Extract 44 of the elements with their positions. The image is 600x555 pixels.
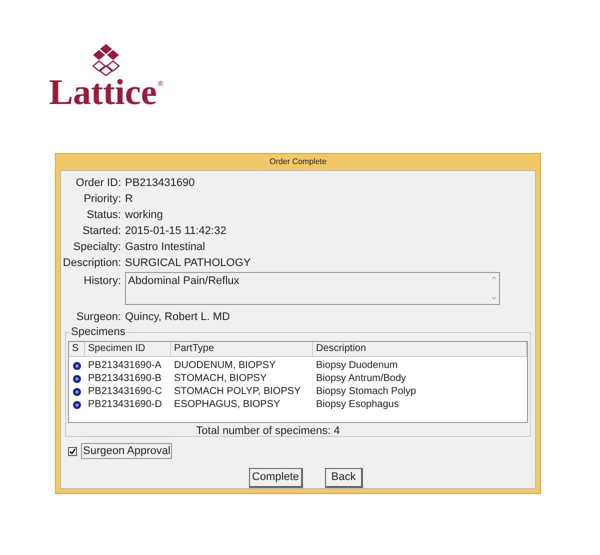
status-dot-icon (73, 388, 81, 396)
table-cell-text: PB213431690-A (87, 359, 162, 372)
field-label: Status: (86, 208, 122, 223)
table-cell-text: PB213431690-C (87, 385, 163, 398)
field-value: Quincy, Robert L. MD (125, 310, 230, 325)
field-label: Description: (62, 256, 122, 271)
field-value: 2015-01-15 11:42:32 (125, 224, 226, 239)
table-cell-text: STOMACH POLYP, BIOPSY (173, 385, 302, 398)
table-cell-text: DUODENUM, BIOPSY (173, 359, 277, 372)
table-cell-text: Biopsy Esophagus (315, 398, 400, 411)
total-count: Total number of specimens: 4 (196, 424, 340, 438)
field-value: R (125, 192, 133, 207)
history-field[interactable]: Abdominal Pain/Reflux (125, 272, 500, 305)
checkbox-label[interactable]: Surgeon Approval (81, 443, 172, 459)
field-value: SURGICAL PATHOLOGY (125, 256, 251, 271)
field-label: Priority: (82, 192, 122, 207)
status-dot-icon (73, 400, 81, 408)
table-cell-text: ESOPHAGUS, BIOPSY (173, 398, 282, 411)
table-cell-text: Biopsy Stomach Polyp (315, 385, 418, 398)
approval-checkbox[interactable] (68, 446, 77, 456)
table-cell-text: Biopsy Duodenum (315, 359, 399, 372)
field-value: working (125, 208, 163, 223)
dialog-button[interactable]: Complete (249, 468, 303, 488)
field-label: Surgeon: (75, 310, 122, 325)
window-title: Order Complete (270, 156, 326, 168)
column-header[interactable]: Specimen ID (85, 342, 171, 356)
status-dot-icon (73, 362, 81, 370)
field-value: Gastro Intestinal (125, 240, 206, 255)
status-dot-icon (73, 374, 81, 382)
field-label: Order ID: (74, 176, 122, 191)
column-header[interactable]: PartType (171, 342, 313, 356)
field-label: History: (82, 274, 122, 289)
table-cell-text: Biopsy Antrum/Body (315, 372, 408, 385)
logo-wordmark: Lattice (48, 74, 157, 110)
field-label: Started: (81, 224, 122, 239)
column-header[interactable]: S (69, 342, 85, 356)
group-title: Specimens (70, 325, 126, 339)
field-value: PB213431690 (125, 176, 195, 191)
table-cell-text: STOMACH, BIOPSY (173, 372, 268, 385)
field-label: Specialty: (72, 240, 122, 255)
table-cell-text: PB213431690-B (87, 372, 162, 385)
table-cell-text: PB213431690-D (87, 398, 163, 411)
dialog-button[interactable]: Back (325, 468, 363, 488)
column-header[interactable]: Description (313, 342, 527, 356)
